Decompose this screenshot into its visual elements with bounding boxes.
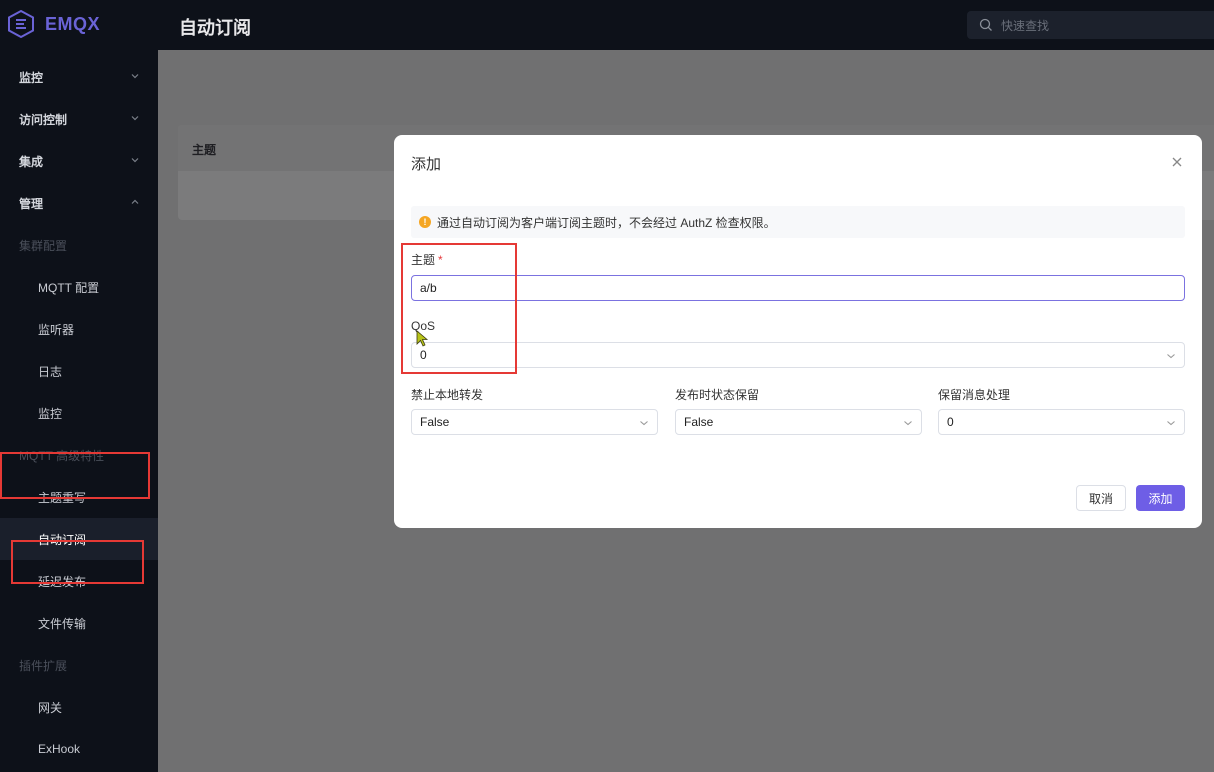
highlight-box-auto-subscribe [11, 540, 144, 584]
chevron-down-icon [131, 158, 139, 163]
chevron-down-icon [1167, 354, 1175, 359]
add-submit-button[interactable]: 添加 [1136, 485, 1185, 511]
search-icon [979, 18, 992, 31]
close-icon[interactable] [1170, 155, 1184, 169]
cancel-button[interactable]: 取消 [1076, 485, 1126, 511]
sidebar: EMQX 监控 访问控制 集成 管理 集群配置 MQTT 配置 监听器 日志 监… [0, 0, 158, 772]
dialog-title: 添加 [411, 156, 442, 173]
search-input[interactable]: 快速查找 [967, 11, 1214, 39]
sidebar-item-mqtt-config[interactable]: MQTT 配置 [0, 266, 158, 308]
sidebar-group-cluster: 集群配置 [19, 238, 68, 253]
sidebar-item-label: 集成 [19, 154, 44, 169]
sidebar-item-access-control[interactable]: 访问控制 [0, 98, 158, 140]
retain-as-published-select[interactable]: False [675, 409, 922, 435]
warning-icon: ! [419, 216, 431, 228]
retain-as-published-value: False [684, 415, 714, 429]
sidebar-item-label: 管理 [19, 196, 44, 211]
sidebar-nav: 监控 访问控制 集成 管理 集群配置 MQTT 配置 监听器 日志 监控 MQT… [0, 56, 158, 770]
authz-warning-alert: ! 通过自动订阅为客户端订阅主题时，不会经过 AuthZ 检查权限。 [411, 206, 1185, 238]
top-header: 自动订阅 快速查找 [158, 0, 1214, 50]
sidebar-item-listeners[interactable]: 监听器 [0, 308, 158, 350]
highlight-box-topic-qos [401, 243, 517, 374]
chevron-down-icon [904, 421, 912, 426]
sidebar-item-exhook[interactable]: ExHook [0, 728, 158, 770]
retain-handling-value: 0 [947, 415, 954, 429]
mouse-cursor-icon [416, 330, 429, 347]
search-placeholder: 快速查找 [1001, 18, 1050, 33]
alert-text: 通过自动订阅为客户端订阅主题时，不会经过 AuthZ 检查权限。 [437, 215, 776, 230]
sidebar-item-monitor[interactable]: 监控 [0, 56, 158, 98]
retain-handling-select[interactable]: 0 [938, 409, 1185, 435]
chevron-down-icon [131, 116, 139, 121]
emqx-logo-icon [8, 10, 34, 38]
no-local-select[interactable]: False [411, 409, 658, 435]
qos-select[interactable]: 0 [411, 342, 1185, 368]
sidebar-item-gateway[interactable]: 网关 [0, 686, 158, 728]
sidebar-group-plugins: 插件扩展 [19, 658, 68, 673]
topic-input[interactable]: a/b [411, 275, 1185, 301]
sidebar-item-file-transfer[interactable]: 文件传输 [0, 602, 158, 644]
no-local-label: 禁止本地转发 [411, 388, 484, 402]
chevron-down-icon [1167, 421, 1175, 426]
table-header-topic: 主题 [192, 143, 217, 157]
sidebar-item-logs[interactable]: 日志 [0, 350, 158, 392]
sidebar-item-label: 访问控制 [19, 112, 68, 127]
no-local-value: False [420, 415, 450, 429]
sidebar-item-cluster-monitor[interactable]: 监控 [0, 392, 158, 434]
brand-name: EMQX [45, 13, 101, 34]
sidebar-item-label: 监控 [19, 70, 44, 85]
chevron-up-icon [131, 199, 139, 204]
retain-handling-label: 保留消息处理 [938, 388, 1011, 402]
highlight-box-mqtt-advanced [0, 452, 150, 499]
retain-as-published-label: 发布时状态保留 [675, 388, 760, 402]
page-title: 自动订阅 [179, 18, 251, 38]
sidebar-item-management[interactable]: 管理 [0, 182, 158, 224]
chevron-down-icon [640, 421, 648, 426]
chevron-down-icon [131, 74, 139, 79]
brand-logo[interactable]: EMQX [7, 8, 100, 40]
sidebar-item-integration[interactable]: 集成 [0, 140, 158, 182]
